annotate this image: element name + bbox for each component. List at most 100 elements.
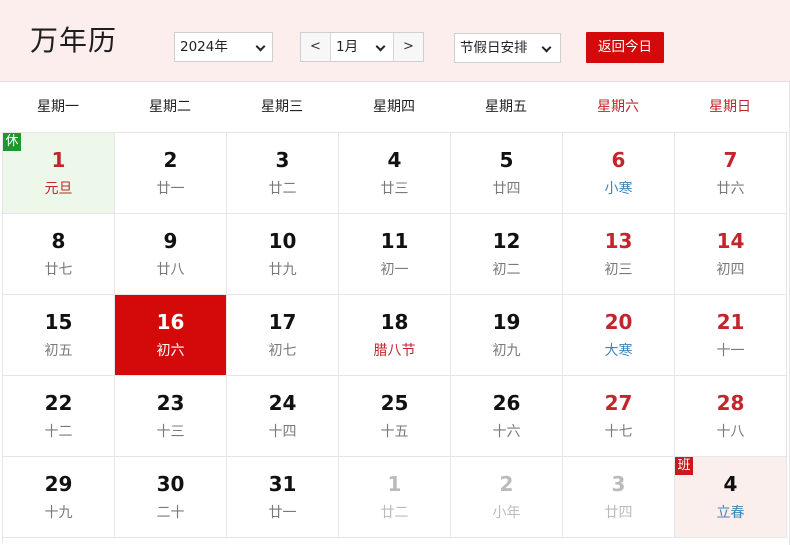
day-cell[interactable]: 1 元旦 休 [3,133,115,214]
lunar-date: 初七 [268,343,297,359]
lunar-date: 初六 [156,343,185,359]
calendar-header: 万年历 2024年 < 1月 > 节假日安排 返回今日 [0,0,790,82]
day-number: 10 [268,229,297,253]
day-cell[interactable]: 4 廿三 [339,133,451,214]
lunar-date: 二十 [156,505,185,521]
lunar-date: 廿六 [716,181,745,197]
day-cell[interactable]: 1 廿二 [339,457,451,538]
lunar-date: 廿七 [44,262,73,278]
back-to-today-button[interactable]: 返回今日 [586,32,664,63]
lunar-date: 廿四 [604,505,633,521]
day-cell[interactable]: 28 十八 [675,376,787,457]
day-cell[interactable]: 18 腊八节 [339,295,451,376]
lunar-date: 廿二 [268,181,297,197]
lunar-date: 十九 [44,505,73,521]
prev-month-button[interactable]: < [301,33,331,61]
holiday-select-value: 节假日安排 [460,40,528,56]
day-number: 15 [44,310,73,334]
lunar-date: 廿九 [268,262,297,278]
page-title: 万年历 [30,24,118,57]
day-cell[interactable]: 31 廿一 [227,457,339,538]
day-cell[interactable]: 11 初一 [339,214,451,295]
day-cell[interactable]: 19 初九 [451,295,563,376]
lunar-date: 初五 [44,343,73,359]
day-number: 3 [611,472,626,496]
day-number: 22 [44,391,73,415]
day-number: 3 [275,148,290,172]
day-number: 30 [156,472,185,496]
lunar-date: 初三 [604,262,633,278]
lunar-date: 小年 [492,505,521,521]
day-cell[interactable]: 5 廿四 [451,133,563,214]
day-number: 4 [723,472,738,496]
weekday-label: 星期六 [597,99,639,115]
day-number: 4 [387,148,402,172]
day-cell[interactable]: 10 廿九 [227,214,339,295]
day-cell[interactable]: 27 十七 [563,376,675,457]
day-cell[interactable]: 25 十五 [339,376,451,457]
day-cell[interactable]: 2 小年 [451,457,563,538]
day-number: 17 [268,310,297,334]
lunar-date: 十五 [380,424,409,440]
day-number: 23 [156,391,185,415]
day-number: 1 [387,472,402,496]
day-number: 14 [716,229,745,253]
day-cell[interactable]: 14 初四 [675,214,787,295]
year-select[interactable]: 2024年 [174,32,273,62]
lunar-date: 大寒 [604,343,633,359]
day-cell[interactable]: 17 初七 [227,295,339,376]
day-cell[interactable]: 8 廿七 [3,214,115,295]
lunar-date: 元旦 [44,181,73,197]
chevron-down-icon [375,41,386,52]
lunar-date: 十三 [156,424,185,440]
day-cell[interactable]: 4 立春 班 [675,457,787,538]
day-number: 27 [604,391,633,415]
day-cell[interactable]: 6 小寒 [563,133,675,214]
day-cell[interactable]: 16 初六 [115,295,227,376]
lunar-date: 小寒 [604,181,633,197]
day-cell[interactable]: 13 初三 [563,214,675,295]
day-cell[interactable]: 22 十二 [3,376,115,457]
weekday-header: 星期一 星期二 星期三 星期四 星期五 星期六 星期日 [2,83,788,133]
lunar-date: 初一 [380,262,409,278]
day-cell[interactable]: 12 初二 [451,214,563,295]
lunar-date: 初四 [716,262,745,278]
day-cell[interactable]: 21 十一 [675,295,787,376]
day-number: 20 [604,310,633,334]
holiday-schedule-select[interactable]: 节假日安排 [454,33,561,63]
lunar-date: 廿八 [156,262,185,278]
day-cell[interactable]: 23 十三 [115,376,227,457]
next-month-button[interactable]: > [394,33,423,61]
chevron-down-icon [541,42,552,53]
day-cell[interactable]: 9 廿八 [115,214,227,295]
day-number: 31 [268,472,297,496]
day-number: 9 [163,229,178,253]
day-number: 8 [51,229,66,253]
lunar-date: 初二 [492,262,521,278]
day-cell[interactable]: 24 十四 [227,376,339,457]
month-select[interactable]: 1月 [331,33,394,61]
day-cell[interactable]: 20 大寒 [563,295,675,376]
day-number: 6 [611,148,626,172]
day-cell[interactable]: 15 初五 [3,295,115,376]
day-cell[interactable]: 29 十九 [3,457,115,538]
day-cell[interactable]: 2 廿一 [115,133,227,214]
calendar-app: 万年历 2024年 < 1月 > 节假日安排 返回今日 星期一 星期二 星期三 星期四… [0,0,790,545]
day-number: 5 [499,148,514,172]
day-cell[interactable]: 26 十六 [451,376,563,457]
lunar-date: 廿四 [492,181,521,197]
day-number: 11 [380,229,409,253]
day-cell[interactable]: 7 廿六 [675,133,787,214]
day-cell[interactable]: 30 二十 [115,457,227,538]
weekday-label: 星期一 [37,99,79,115]
day-number: 29 [44,472,73,496]
day-number: 26 [492,391,521,415]
calendar-grid: 1 元旦休 2 廿一 3 廿二 4 廿三 5 廿四 6 小寒 7 廿六 8 廿七 9 廿八 10 廿九 11 初一 12 初二… [2,133,788,543]
lunar-date: 初九 [492,343,521,359]
day-cell[interactable]: 3 廿四 [563,457,675,538]
day-cell[interactable]: 3 廿二 [227,133,339,214]
lunar-date: 腊八节 [373,343,416,359]
day-number: 19 [492,310,521,334]
year-select-value: 2024年 [180,39,228,55]
lunar-date: 十八 [716,424,745,440]
